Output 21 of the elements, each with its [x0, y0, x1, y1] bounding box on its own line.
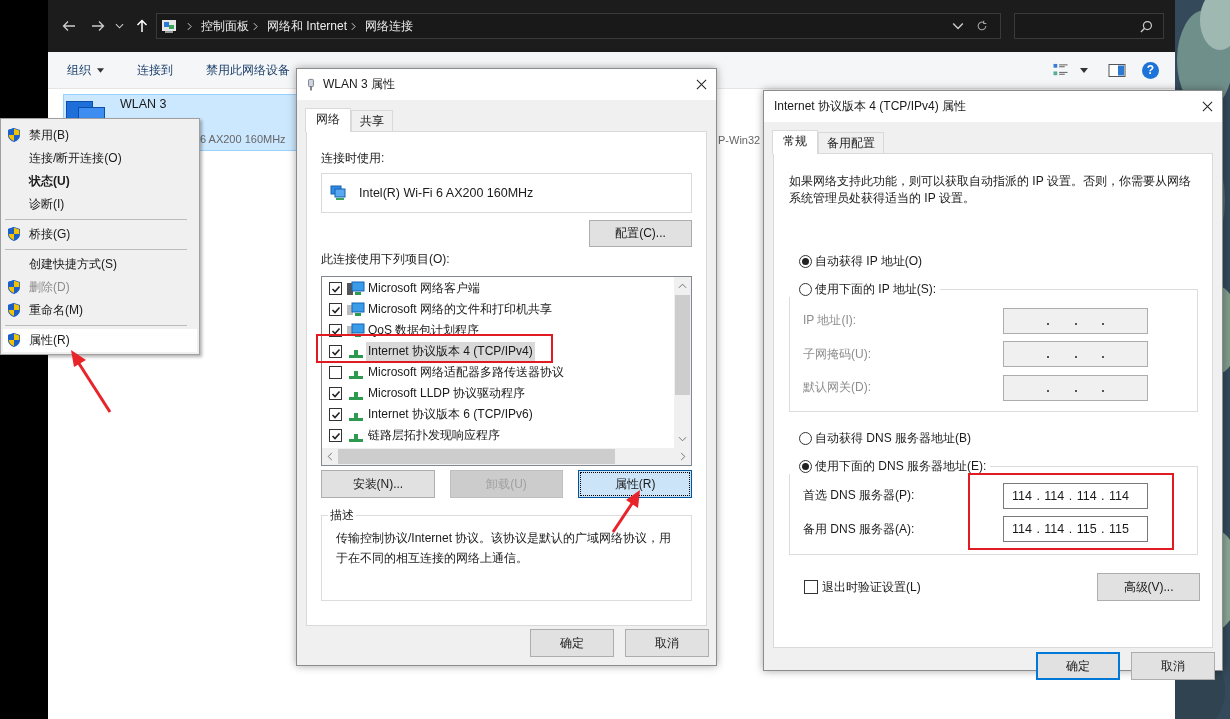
- radio-label: 自动获得 DNS 服务器地址(B): [815, 429, 971, 447]
- field-label: 连接时使用:: [321, 150, 386, 166]
- connection-device: 6 AX200 160MHz: [200, 133, 286, 145]
- connection-device: P-Win32: [718, 134, 761, 146]
- dialog-title: Internet 协议版本 4 (TCP/IPv4) 属性: [774, 98, 967, 115]
- field-label: 首选 DNS 服务器(P):: [803, 487, 915, 505]
- radio-label: 使用下面的 IP 地址(S):: [815, 280, 937, 298]
- dialog-title: WLAN 3 属性: [323, 76, 395, 93]
- field-label: 默认网关(D):: [803, 379, 871, 397]
- adapter-name: Intel(R) Wi-Fi 6 AX200 160MHz: [359, 186, 534, 200]
- field-label: 子网掩码(U):: [803, 345, 871, 363]
- field-label: 此连接使用下列项目(O):: [321, 251, 451, 267]
- radio-label: 使用下面的 DNS 服务器地址(E):: [815, 457, 987, 475]
- field-label: IP 地址(I):: [803, 312, 857, 330]
- field-label: 备用 DNS 服务器(A):: [803, 520, 915, 538]
- group-title: 描述: [328, 507, 356, 524]
- checkbox-label: 退出时验证设置(L): [822, 578, 921, 596]
- connection-name: WLAN 3: [120, 97, 167, 111]
- intro-text: 如果网络支持此功能，则可以获取自动指派的 IP 设置。否则，你需要从网络系统管理员处获得适当的 IP 设置。: [789, 173, 1192, 207]
- description-text: 传输控制协议/Internet 协议。该协议是默认的广域网络协议，用于在不同的相互连接的网络上通信。: [336, 530, 673, 567]
- radio-label: 自动获得 IP 地址(O): [815, 252, 923, 270]
